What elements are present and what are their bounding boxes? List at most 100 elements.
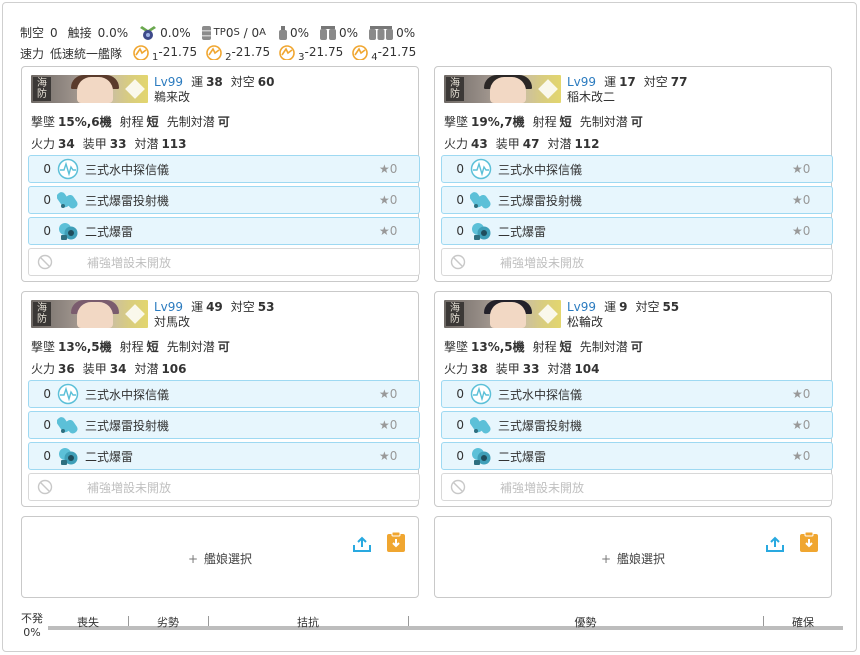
equipment-slot-1[interactable]: 0 三式水中探信儀 ★0 (28, 155, 420, 183)
ship-banner[interactable]: 海 防 (31, 75, 148, 103)
ship-type-badge: 海 防 (446, 302, 464, 326)
sonar-icon (470, 158, 492, 180)
ship-banner[interactable]: 海 防 (31, 300, 148, 328)
luck-value: 38 (206, 75, 223, 89)
improvement-level: ★0 (792, 224, 811, 238)
equipment-slot-3[interactable]: 0 二式爆雷 ★0 (441, 217, 833, 245)
ship-name[interactable]: 稲木改二 (567, 90, 696, 105)
ship-banner[interactable]: 海 防 (444, 75, 561, 103)
shootdown-value: 13%,5機 (471, 340, 525, 354)
depth-charge-projector-icon (57, 417, 78, 434)
los-icon (133, 45, 149, 61)
equipment-slot-2[interactable]: 0 三式爆雷投射機 ★0 (441, 411, 833, 439)
luck-label: 運 (604, 75, 617, 89)
los-entry-1: 1-21.75 (132, 45, 197, 63)
firepower-value: 36 (58, 362, 75, 376)
equipment-slot-3[interactable]: 0 二式爆雷 ★0 (441, 442, 833, 470)
clipboard-icon[interactable] (799, 531, 819, 553)
asw-label: 対潜 (134, 362, 159, 376)
equipment-slot-3[interactable]: 0 二式爆雷 ★0 (28, 217, 420, 245)
equipment-slot-1[interactable]: 0 三式水中探信儀 ★0 (28, 380, 420, 408)
range-label: 射程 (532, 115, 557, 129)
equipment-name: 三式水中探信儀 (498, 162, 583, 177)
plane-contact-pct: 0.0% (160, 25, 191, 40)
ship-name[interactable]: 鵜来改 (154, 90, 283, 105)
improvement-level: ★0 (379, 162, 398, 176)
improvement-level: ★0 (792, 418, 811, 432)
air-state-segment-1: 喪失 (77, 616, 99, 629)
expansion-slot[interactable]: 補強増設未開放 (28, 473, 420, 501)
equipment-name: 三式爆雷投射機 (85, 418, 170, 433)
equipment-slot-2[interactable]: 0 三式爆雷投射機 ★0 (28, 411, 420, 439)
equipment-slot-1[interactable]: 0 三式水中探信儀 ★0 (441, 155, 833, 183)
import-icon[interactable] (765, 534, 785, 554)
slot-plane-count: 0 (456, 162, 464, 176)
ship-select-slot-6[interactable]: + 艦娘選択 (434, 516, 832, 598)
stats-row-1: 制空 0 触接 0.0% 0.0% TP 0 S / 0 A 0% 0% 0% (20, 22, 840, 43)
oasw-value: 可 (630, 115, 643, 129)
drum-3-value: 0% (396, 25, 416, 40)
shootdown-label: 撃墜 (31, 340, 56, 354)
shootdown-value: 19%,7機 (471, 115, 525, 129)
equipment-slot-2[interactable]: 0 三式爆雷投射機 ★0 (28, 186, 420, 214)
improvement-level: ★0 (379, 449, 398, 463)
ship-select-slot-5[interactable]: + 艦娘選択 (21, 516, 419, 598)
equipment-name: 三式水中探信儀 (498, 387, 583, 402)
slot-plane-count: 0 (43, 449, 51, 463)
oasw-label: 先制対潜 (166, 340, 215, 354)
improvement-level: ★0 (792, 162, 811, 176)
expansion-slot[interactable]: 補強増設未開放 (441, 248, 833, 276)
firepower-label: 火力 (31, 362, 56, 376)
equipment-slot-1[interactable]: 0 三式水中探信儀 ★0 (441, 380, 833, 408)
air-power-label: 制空 (20, 26, 45, 40)
slot-plane-count: 0 (456, 193, 464, 207)
depth-charge-projector-icon (57, 192, 78, 209)
ship-name[interactable]: 松輪改 (567, 315, 687, 330)
drum-1-value: 0% (289, 25, 310, 40)
los-value: -21.75 (304, 44, 344, 59)
ship-portrait (77, 77, 113, 103)
armor-label: 装甲 (495, 137, 520, 151)
air-state-segment-2: 劣勢 (157, 616, 179, 629)
equipment-slot-3[interactable]: 0 二式爆雷 ★0 (28, 442, 420, 470)
asw-value: 106 (161, 362, 187, 376)
range-label: 射程 (119, 340, 144, 354)
armor-label: 装甲 (82, 362, 107, 376)
oasw-label: 先制対潜 (166, 115, 215, 129)
no-entry-icon (37, 479, 53, 495)
shootdown-value: 15%,6機 (58, 115, 112, 129)
slot-plane-count: 0 (456, 449, 464, 463)
equipment-slot-2[interactable]: 0 三式爆雷投射機 ★0 (441, 186, 833, 214)
drum-double-icon (320, 25, 337, 40)
import-icon[interactable] (352, 534, 372, 554)
ship-banner[interactable]: 海 防 (444, 300, 561, 328)
slot-plane-count: 0 (43, 418, 51, 432)
expansion-slot[interactable]: 補強増設未開放 (28, 248, 420, 276)
los-icon (352, 45, 369, 61)
speed-value: 低速統一艦隊 (50, 47, 123, 61)
ship-name[interactable]: 対馬改 (154, 315, 283, 330)
depth-charge-projector-icon (470, 417, 491, 434)
plane-icon (140, 25, 157, 40)
equipment-name: 二式爆雷 (85, 449, 134, 464)
depth-charge-icon (472, 223, 491, 240)
depth-charge-projector-icon (470, 192, 491, 209)
drum-single-icon (278, 25, 287, 40)
los-entry-3: 3-21.75 (278, 44, 344, 63)
slot-plane-count: 0 (456, 387, 464, 401)
ship-type-badge: 海 防 (33, 77, 51, 101)
ship-emblem-icon (538, 79, 558, 99)
shootdown-label: 撃墜 (444, 115, 469, 129)
aa-label: 対空 (643, 75, 668, 89)
firepower-value: 34 (58, 137, 75, 151)
tp-separator: / (239, 25, 252, 40)
expansion-slot-label: 補強増設未開放 (87, 255, 172, 270)
los-list: 1-21.75 2-21.75 3-21.75 4-21.75 (132, 44, 424, 63)
clipboard-icon[interactable] (386, 531, 406, 553)
equipment-name: 三式爆雷投射機 (498, 418, 583, 433)
ship-card: 海 防 Lv99 運 49 対空 53 対馬改 撃墜 13%,5機 射程短先制対潜可火力 36 装甲 3… (21, 291, 420, 507)
expansion-slot[interactable]: 補強増設未開放 (441, 473, 833, 501)
ship-emblem-icon (125, 79, 145, 99)
aa-value: 60 (257, 75, 275, 89)
luck-value: 17 (619, 75, 636, 89)
